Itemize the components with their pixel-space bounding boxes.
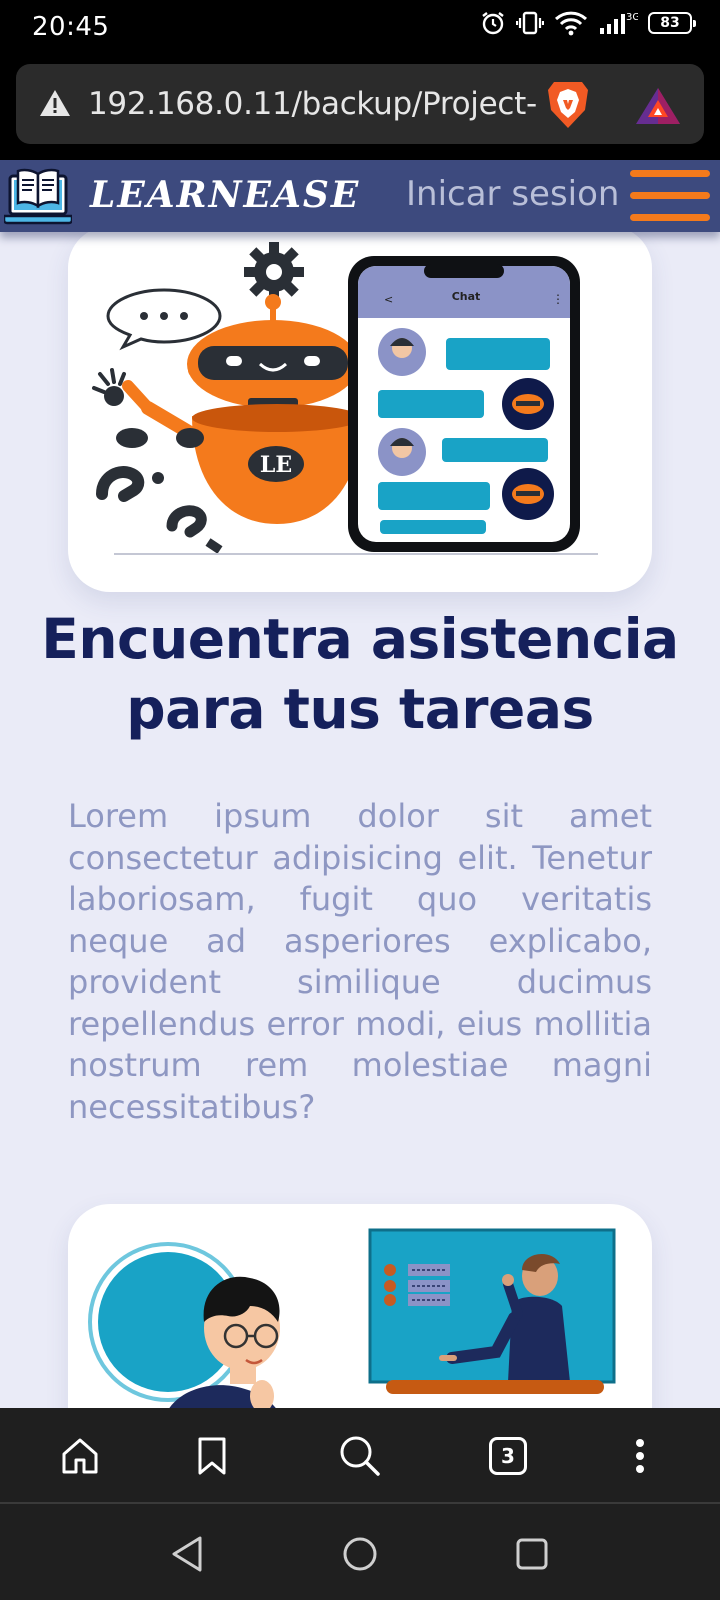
login-link[interactable]: Inicar sesion xyxy=(406,174,619,214)
system-navigation-bar xyxy=(0,1504,720,1600)
network-type: 3G xyxy=(626,12,638,23)
alarm-icon xyxy=(480,10,506,36)
robot-badge-text: LE xyxy=(260,452,292,478)
battery-icon: 83 xyxy=(648,12,696,34)
section-paragraph: Lorem ipsum dolor sit amet consectetur a… xyxy=(68,797,652,1126)
site-navbar: LEARNEASE Inicar sesion xyxy=(0,160,720,232)
phone-header-text: Chat xyxy=(452,290,481,303)
browser-bottom-toolbar: 3 xyxy=(0,1408,720,1504)
address-bar[interactable]: 192.168.0.11/backup/Project-L xyxy=(16,64,704,144)
home-circle-icon[interactable] xyxy=(340,1534,380,1574)
brand-logo-text[interactable]: LEARNEASE xyxy=(90,174,360,216)
status-icons: 3G 83 xyxy=(480,10,696,36)
gear-icon xyxy=(244,242,304,302)
status-time: 20:45 xyxy=(32,12,110,42)
vibrate-icon xyxy=(516,10,544,36)
status-bar: 20:45 3G 83 xyxy=(0,0,720,48)
signal-icon: 3G xyxy=(598,10,638,36)
laptop-book-icon[interactable] xyxy=(2,166,74,231)
phone-back-text: < xyxy=(384,293,393,306)
more-icon[interactable] xyxy=(616,1432,664,1480)
presentation-board xyxy=(368,1228,616,1384)
section-headline: Encuentra asistencia para tus tareas xyxy=(41,607,679,741)
robot-chat-illustration: LE < Chat ⋮ xyxy=(92,242,598,555)
tutoring-illustration xyxy=(88,1228,616,1408)
tabs-icon[interactable]: 3 xyxy=(484,1432,532,1480)
back-icon[interactable] xyxy=(168,1534,208,1574)
wifi-icon xyxy=(554,10,588,36)
brave-shields-icon[interactable] xyxy=(544,78,592,135)
brave-rewards-icon[interactable] xyxy=(634,86,682,131)
not-secure-warning-icon[interactable] xyxy=(38,88,72,123)
phone-menu-text: ⋮ xyxy=(552,292,564,306)
browser-toolbar: 192.168.0.11/backup/Project-L xyxy=(0,48,720,160)
bookmark-icon[interactable] xyxy=(188,1432,236,1480)
question-mark-icon xyxy=(96,466,145,502)
url-text[interactable]: 192.168.0.11/backup/Project-L xyxy=(88,86,538,122)
feature-card-tutoring xyxy=(68,1204,652,1408)
home-icon[interactable] xyxy=(56,1432,104,1480)
tab-count[interactable]: 3 xyxy=(489,1437,527,1475)
battery-level: 83 xyxy=(660,15,680,31)
feature-card-chat-assistant: LE < Chat ⋮ xyxy=(68,226,652,592)
web-page: LEARNEASE Inicar sesion LE < Chat ⋮ Encu… xyxy=(0,160,720,1408)
recents-icon[interactable] xyxy=(512,1534,552,1574)
hamburger-menu-icon[interactable] xyxy=(630,170,710,222)
search-icon[interactable] xyxy=(336,1432,384,1480)
